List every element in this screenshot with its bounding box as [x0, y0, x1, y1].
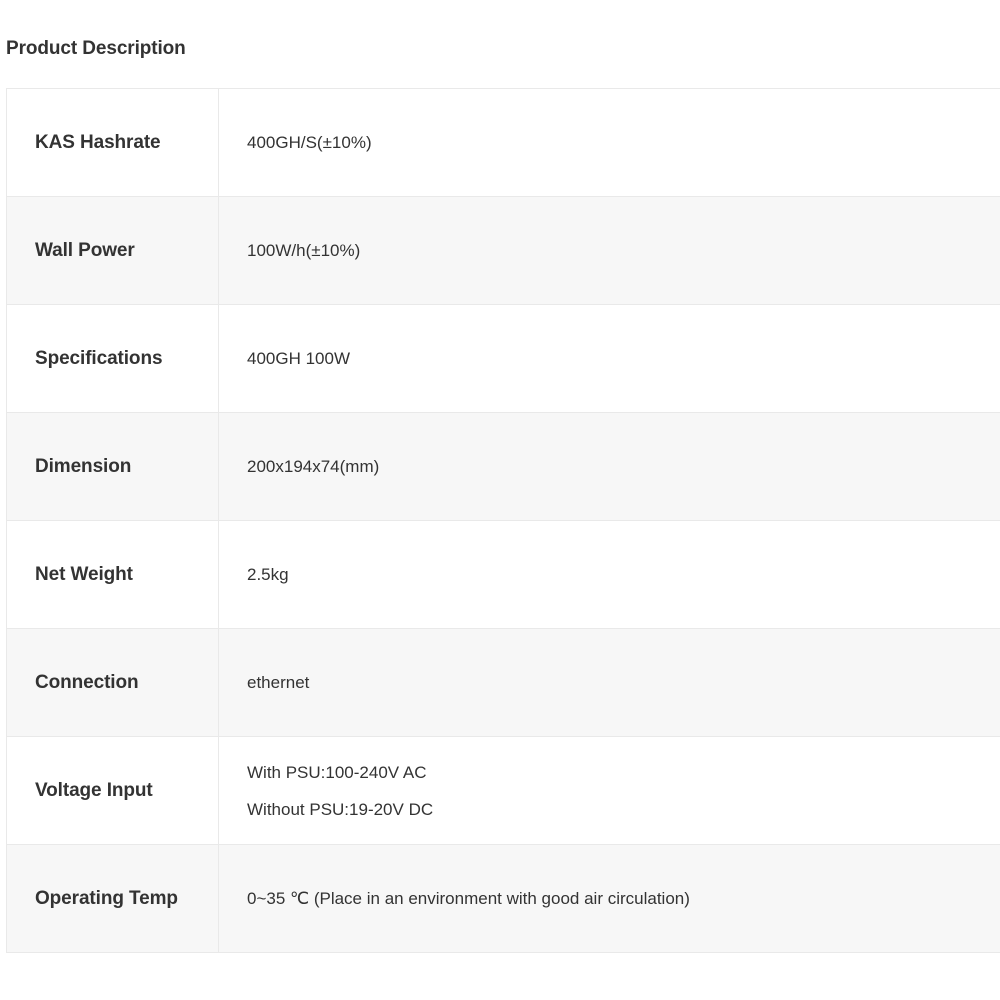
page-title: Product Description: [6, 36, 1000, 62]
spec-label-cell: Wall Power: [7, 197, 219, 305]
table-row: KAS Hashrate 400GH/S(±10%): [7, 89, 1000, 197]
table-row: Operating Temp 0~35 ℃ (Place in an enviro…: [7, 845, 1000, 953]
specifications-table-body: KAS Hashrate 400GH/S(±10%) Wall Power 100W/…: [7, 89, 1000, 953]
spec-value-line: 400GH 100W: [247, 340, 1000, 377]
table-row: Dimension 200x194x74(mm): [7, 413, 1000, 521]
spec-value-cell: 0~35 ℃ (Place in an environment with goo…: [219, 845, 1000, 953]
spec-value-line: 200x194x74(mm): [247, 448, 1000, 485]
spec-value-cell: ethernet: [219, 629, 1000, 737]
spec-label-cell: Voltage Input: [7, 737, 219, 845]
spec-value-cell: 400GH 100W: [219, 305, 1000, 413]
table-row: Voltage InputWith PSU:100-240V ACWithout…: [7, 737, 1000, 845]
table-row: Specifications 400GH 100W: [7, 305, 1000, 413]
spec-value-line: 0~35 ℃ (Place in an environment with goo…: [247, 880, 1000, 917]
spec-label-cell: Operating Temp: [7, 845, 219, 953]
spec-value-line: ethernet: [247, 664, 1000, 701]
spec-label-cell: Specifications: [7, 305, 219, 413]
spec-value-cell: 200x194x74(mm): [219, 413, 1000, 521]
spec-value-cell: 400GH/S(±10%): [219, 89, 1000, 197]
spec-label-cell: Connection: [7, 629, 219, 737]
product-description-page: Product Description KAS Hashrate 400GH/S(…: [0, 0, 1000, 1000]
spec-label-cell: Net Weight: [7, 521, 219, 629]
spec-value-cell: 2.5kg: [219, 521, 1000, 629]
table-row: Net Weight 2.5kg: [7, 521, 1000, 629]
spec-value-line: With PSU:100-240V AC: [247, 754, 1000, 791]
table-row: Connection ethernet: [7, 629, 1000, 737]
spec-value-line: 2.5kg: [247, 556, 1000, 593]
spec-value-cell: With PSU:100-240V ACWithout PSU:19-20V D…: [219, 737, 1000, 845]
spec-value-line: 100W/h(±10%): [247, 232, 1000, 269]
table-row: Wall Power 100W/h(±10%): [7, 197, 1000, 305]
spec-value-line: Without PSU:19-20V DC: [247, 791, 1000, 828]
spec-label-cell: Dimension: [7, 413, 219, 521]
spec-value-cell: 100W/h(±10%): [219, 197, 1000, 305]
spec-value-line: 400GH/S(±10%): [247, 124, 1000, 161]
specifications-table: KAS Hashrate 400GH/S(±10%) Wall Power 100W/…: [6, 88, 1000, 953]
spec-label-cell: KAS Hashrate: [7, 89, 219, 197]
